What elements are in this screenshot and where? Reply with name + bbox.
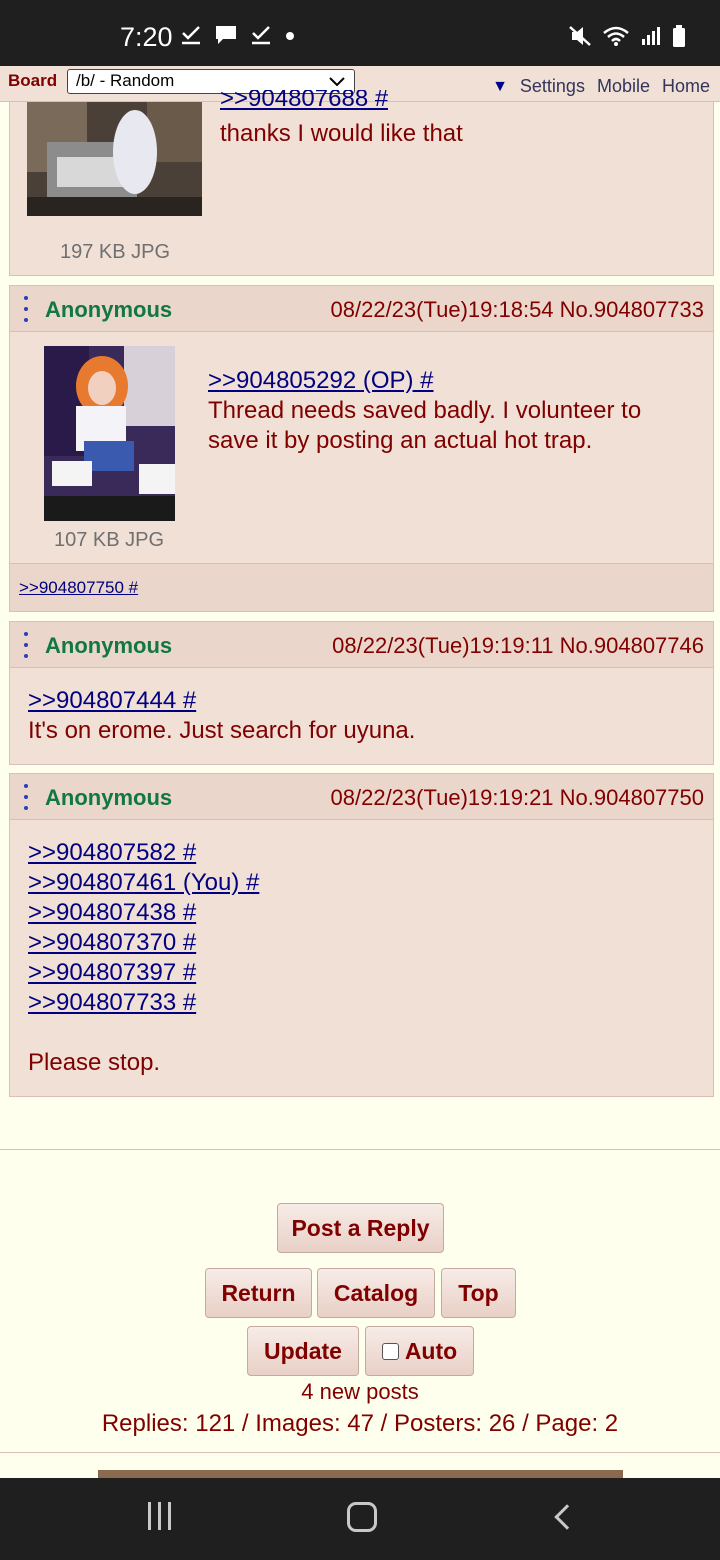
quote-link-op[interactable]: >>904805292 (OP) # xyxy=(208,366,641,396)
status-bar: 7:20 xyxy=(0,0,720,66)
post-backlinks: >>904807750 # xyxy=(10,563,713,611)
poster-name: Anonymous xyxy=(45,633,173,658)
home-link[interactable]: Home xyxy=(662,76,710,97)
battery-icon xyxy=(672,24,686,53)
status-left-icons xyxy=(180,24,296,51)
post-header: Anonymous 08/22/23(Tue)19:18:54 No.90480… xyxy=(10,286,713,332)
board-select-value: /b/ - Random xyxy=(76,71,175,90)
home-icon[interactable] xyxy=(347,1502,377,1532)
quote-link[interactable]: >>904807733 # xyxy=(28,988,259,1018)
check-icon xyxy=(250,24,272,51)
board-label: Board xyxy=(8,71,58,90)
quote-link[interactable]: >>904807397 # xyxy=(28,958,259,988)
settings-link[interactable]: Settings xyxy=(520,76,585,97)
post-menu-icon[interactable] xyxy=(24,784,28,810)
back-icon[interactable] xyxy=(554,1504,580,1530)
recent-apps-icon[interactable] xyxy=(148,1502,171,1530)
reply-post: Anonymous 08/22/23(Tue)19:19:21 No.90480… xyxy=(9,773,714,1097)
post-date-number[interactable]: 08/22/23(Tue)19:19:21 No.904807750 xyxy=(331,785,704,811)
poster-name: Anonymous xyxy=(45,297,173,322)
auto-checkbox[interactable] xyxy=(381,1343,399,1360)
reply-post: Anonymous 08/22/23(Tue)19:18:54 No.90480… xyxy=(9,285,714,612)
next-content-peek xyxy=(98,1470,623,1478)
mobile-link[interactable]: Mobile xyxy=(597,76,650,97)
auto-update-toggle[interactable]: Auto xyxy=(365,1326,474,1376)
post-header: Anonymous 08/22/23(Tue)19:19:21 No.90480… xyxy=(10,774,713,820)
return-button[interactable]: Return xyxy=(205,1268,312,1318)
file-info: 197 KB JPG xyxy=(60,241,171,263)
update-button[interactable]: Update xyxy=(247,1326,359,1376)
wifi-icon xyxy=(602,25,630,52)
reply-post: Anonymous 08/22/23(Tue)19:19:11 No.90480… xyxy=(9,621,714,765)
signal-icon xyxy=(640,25,662,52)
post-message-line-2: save it by posting an actual hot trap. xyxy=(208,427,593,454)
quote-link[interactable]: >>904807370 # xyxy=(28,928,259,958)
quote-link[interactable]: >>904807438 # xyxy=(28,898,259,928)
new-posts-count: 4 new posts xyxy=(301,1379,419,1404)
status-time: 7:20 xyxy=(120,22,173,52)
quote-link[interactable]: >>904807688 # xyxy=(220,90,388,112)
download-check-icon xyxy=(180,24,202,51)
post-menu-icon[interactable] xyxy=(24,296,28,322)
triangle-down-icon[interactable]: ▼ xyxy=(492,78,508,96)
thread-divider xyxy=(0,1149,720,1150)
post-message-line-1: Thread needs saved badly. I volunteer to xyxy=(208,397,642,424)
post-menu-icon[interactable] xyxy=(24,632,28,658)
quote-link[interactable]: >>904807582 # xyxy=(28,838,259,868)
backlink[interactable]: >>904807750 # xyxy=(19,578,138,598)
top-button[interactable]: Top xyxy=(441,1268,516,1318)
chat-bubble-icon xyxy=(214,24,238,51)
quote-link[interactable]: >>904807444 # xyxy=(28,686,415,716)
post-thumbnail[interactable] xyxy=(27,102,202,216)
system-navigation-bar xyxy=(0,1478,720,1560)
auto-label: Auto xyxy=(404,1338,458,1364)
reply-post: >>904807688 # thanks I would like that 1… xyxy=(9,90,714,276)
post-header: Anonymous 08/22/23(Tue)19:19:11 No.90480… xyxy=(10,622,713,668)
status-right-icons xyxy=(568,24,686,53)
file-info: 107 KB JPG xyxy=(54,529,165,551)
thread-stats: Replies: 121 / Images: 47 / Posters: 26 … xyxy=(101,1410,619,1437)
post-thumbnail[interactable] xyxy=(44,346,175,521)
mute-icon xyxy=(568,25,592,52)
board-links: ▼ Settings Mobile Home xyxy=(492,76,710,97)
dot-icon xyxy=(284,24,296,51)
poster-name: Anonymous xyxy=(45,785,173,810)
post-message: thanks I would like that xyxy=(220,120,463,147)
post-reply-button[interactable]: Post a Reply xyxy=(277,1203,444,1253)
quote-link-you[interactable]: >>904807461 (You) # xyxy=(28,868,259,898)
post-date-number[interactable]: 08/22/23(Tue)19:18:54 No.904807733 xyxy=(331,297,704,323)
post-message: It's on erome. Just search for uyuna. xyxy=(28,717,416,744)
post-message: Please stop. xyxy=(28,1049,161,1076)
post-date-number[interactable]: 08/22/23(Tue)19:19:11 No.904807746 xyxy=(332,633,704,659)
footer-divider xyxy=(0,1452,720,1453)
catalog-button[interactable]: Catalog xyxy=(317,1268,435,1318)
